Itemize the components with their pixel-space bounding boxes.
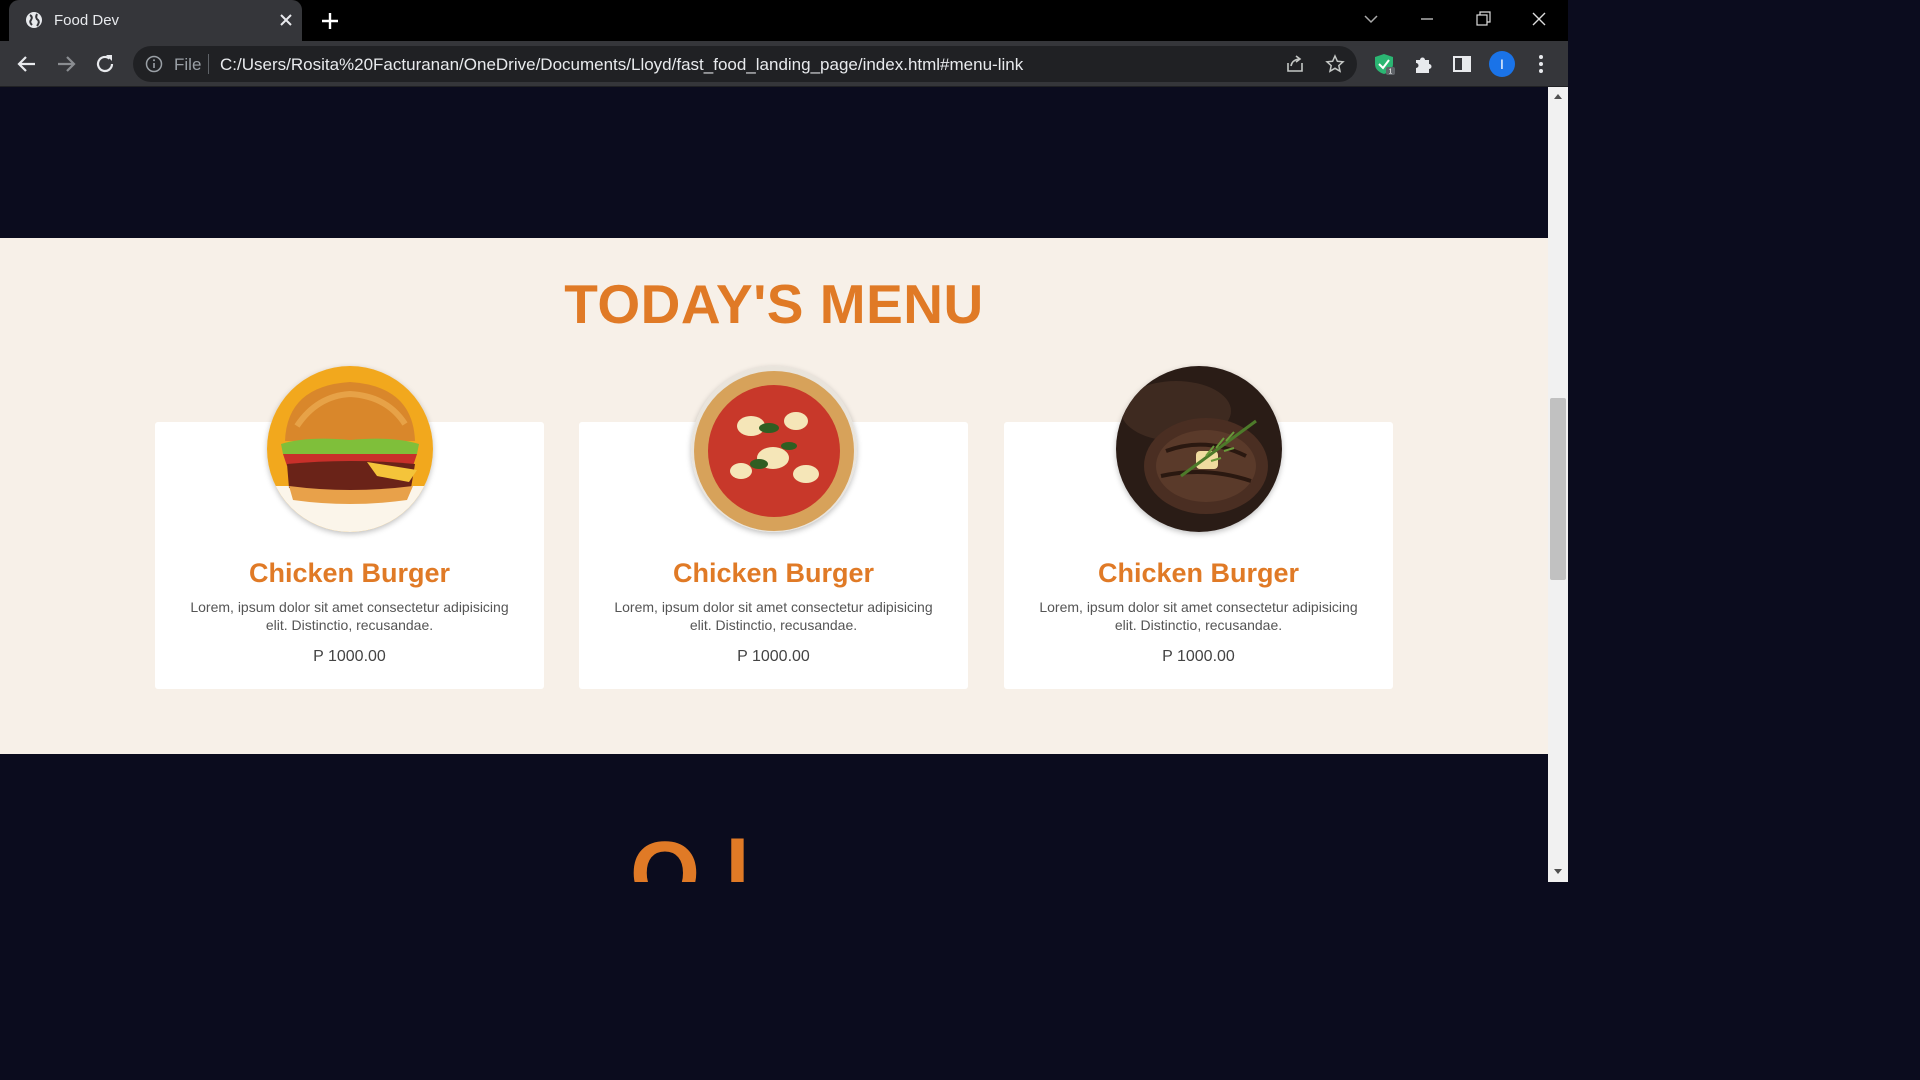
next-section-title: O l (630, 824, 751, 882)
menu-item-name: Chicken Burger (672, 558, 875, 588)
next-section: O l (0, 754, 1548, 882)
menu-item-name: Chicken Burger (1097, 558, 1300, 588)
scroll-down-arrow-icon[interactable] (1552, 867, 1564, 877)
menu-item-name: Chicken Burger (248, 558, 451, 588)
menu-card: Chicken Burger Lorem, ipsum dolor sit am… (155, 366, 544, 689)
shield-extension-icon[interactable]: 1 (1373, 53, 1395, 75)
scrollbar-thumb[interactable] (1550, 398, 1566, 580)
menu-title: TODAY'S MENU (564, 273, 984, 335)
minimize-icon[interactable] (1410, 6, 1444, 32)
extensions-puzzle-icon[interactable] (1412, 53, 1434, 75)
tab-food-dev[interactable]: Food Dev (9, 0, 302, 41)
menu-item-price: P 1000.00 (313, 648, 386, 665)
address-bar[interactable]: File C:/Users/Rosita%20Facturanan/OneDri… (133, 46, 1357, 82)
menu-item-description: Lorem, ipsum dolor sit amet consectetur … (614, 599, 933, 633)
menu-item-description: Lorem, ipsum dolor sit amet consectetur … (1039, 599, 1358, 633)
share-icon[interactable] (1285, 54, 1305, 74)
more-menu-icon[interactable] (1530, 53, 1552, 75)
tab-title: Food Dev (54, 12, 120, 29)
profile-avatar[interactable]: I (1489, 51, 1515, 77)
restore-icon[interactable] (1466, 6, 1500, 32)
hero-section-bottom (0, 87, 1548, 238)
back-icon[interactable] (15, 52, 39, 76)
menu-item-price: P 1000.00 (1162, 648, 1235, 665)
url-separator (208, 54, 209, 74)
menu-card: Chicken Burger Lorem, ipsum dolor sit am… (579, 366, 968, 689)
menu-item-description: Lorem, ipsum dolor sit amet consectetur … (190, 599, 509, 633)
extension-badge: 1 (1389, 69, 1393, 76)
bookmark-star-icon[interactable] (1325, 54, 1345, 74)
menu-section: TODAY'S MENU Chicken Burger Lorem, ipsum… (0, 238, 1548, 754)
site-info-icon[interactable] (145, 55, 163, 73)
pizza-image (691, 366, 857, 532)
menu-item-price: P 1000.00 (737, 648, 810, 665)
tab-strip: Food Dev (0, 0, 1568, 41)
globe-icon (26, 12, 42, 28)
new-tab-icon[interactable] (318, 9, 342, 33)
scroll-up-arrow-icon[interactable] (1552, 91, 1564, 101)
url-scheme: File (174, 55, 202, 74)
page-viewport: TODAY'S MENU Chicken Burger Lorem, ipsum… (0, 87, 1548, 882)
menu-card: Chicken Burger Lorem, ipsum dolor sit am… (1004, 366, 1393, 689)
browser-toolbar: File C:/Users/Rosita%20Facturanan/OneDri… (0, 41, 1568, 87)
side-panel-icon[interactable] (1451, 53, 1473, 75)
tab-search-icon[interactable] (1354, 6, 1388, 32)
url-text[interactable]: C:/Users/Rosita%20Facturanan/OneDrive/Do… (220, 55, 1023, 75)
close-window-icon[interactable] (1522, 6, 1556, 32)
reload-icon[interactable] (93, 52, 117, 76)
page-scrollbar[interactable] (1548, 87, 1568, 882)
close-tab-icon[interactable] (275, 9, 297, 31)
steak-image (1116, 366, 1282, 532)
forward-icon[interactable] (54, 52, 78, 76)
burger-image (267, 366, 433, 532)
